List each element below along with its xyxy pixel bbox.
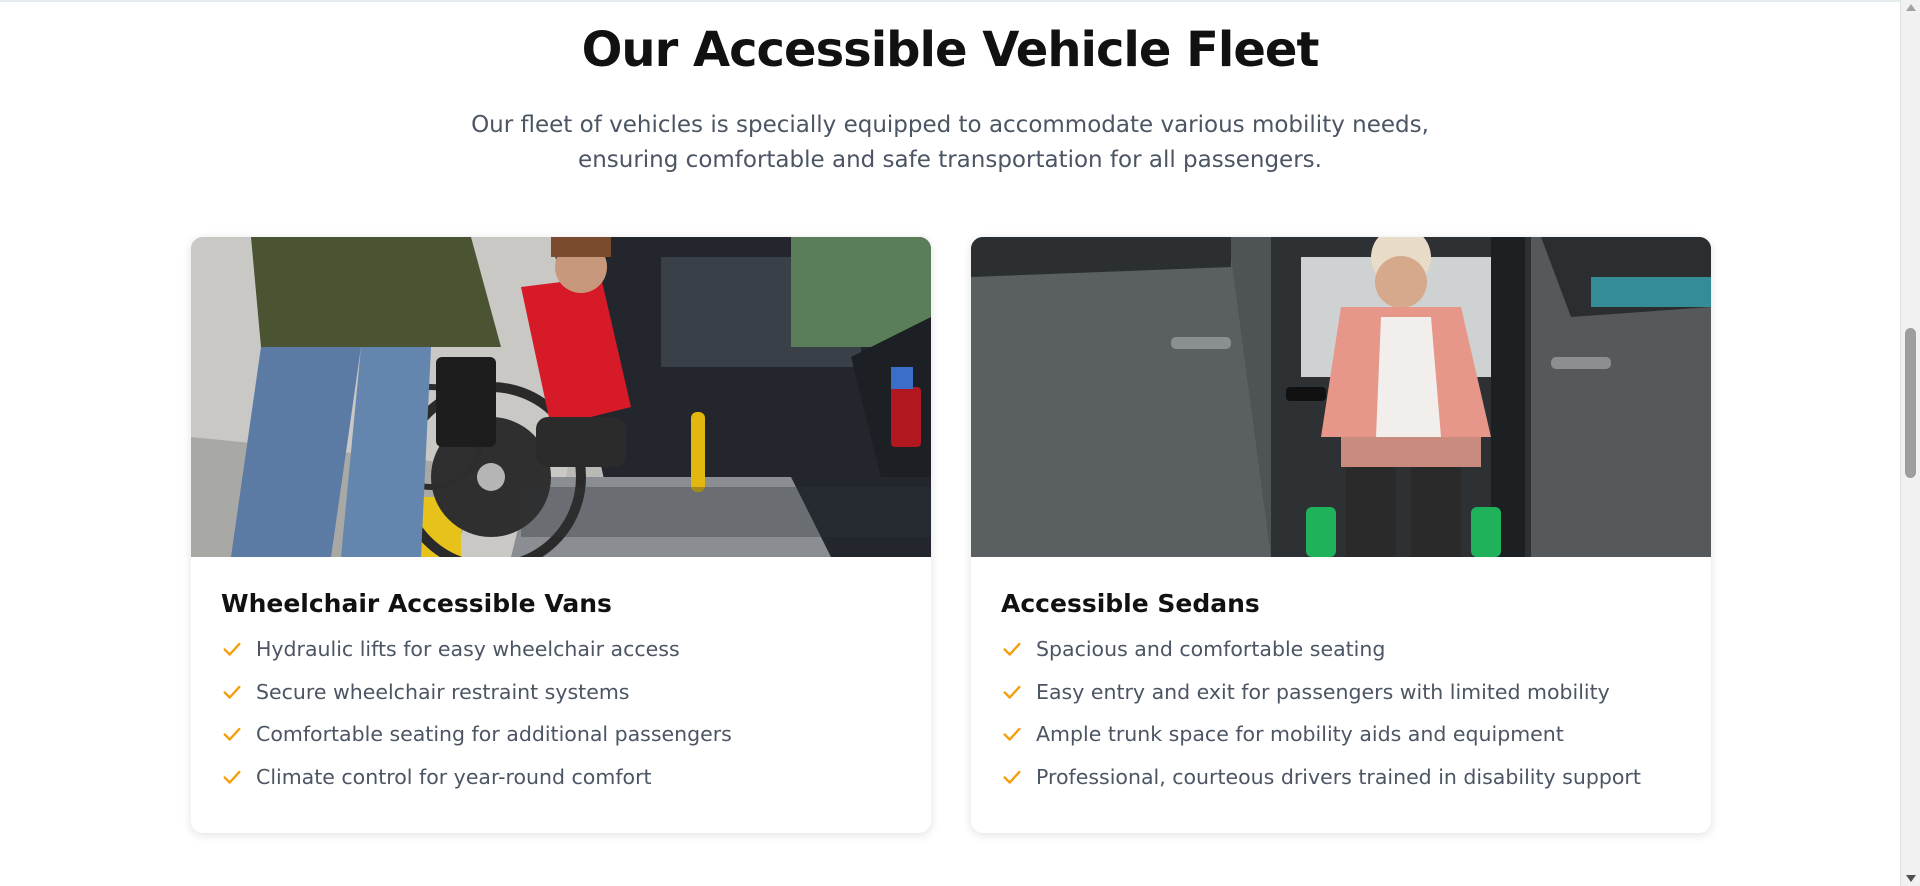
vehicle-card-sedans: Accessible Sedans Spacious and comfortab… [971, 237, 1711, 833]
check-icon [1003, 685, 1021, 699]
vehicle-card-vans: Wheelchair Accessible Vans Hydraulic lif… [191, 237, 931, 833]
feature-item: Easy entry and exit for passengers with … [1001, 671, 1681, 714]
page: Our Accessible Vehicle Fleet Our fleet o… [0, 0, 1900, 886]
card-title: Wheelchair Accessible Vans [221, 589, 612, 618]
feature-text: Ample trunk space for mobility aids and … [1036, 722, 1564, 747]
scroll-down-arrow-icon[interactable] [1906, 875, 1916, 882]
section-title: Our Accessible Vehicle Fleet [581, 22, 1320, 78]
check-icon [1003, 728, 1021, 741]
section-subtitle: Our fleet of vehicles is specially equip… [471, 112, 1429, 173]
feature-text: Easy entry and exit for passengers with … [1036, 679, 1610, 704]
feature-item: Climate control for year-round comfort [221, 756, 901, 799]
check-icon [223, 643, 241, 656]
check-icon [223, 685, 241, 699]
scrollbar-thumb[interactable] [1905, 328, 1916, 478]
van-photo-illustration [191, 237, 931, 557]
top-divider [0, 0, 1900, 2]
feature-item: Professional, courteous drivers trained … [1001, 756, 1681, 799]
feature-text: Secure wheelchair restraint systems [256, 679, 630, 704]
feature-item: Secure wheelchair restraint systems [221, 671, 901, 714]
sedan-photo-illustration [971, 237, 1711, 557]
feature-text: Spacious and comfortable seating [1036, 637, 1386, 662]
feature-item: Hydraulic lifts for easy wheelchair acce… [221, 628, 901, 671]
feature-list: Hydraulic lifts for easy wheelchair acce… [221, 628, 901, 798]
feature-text: Hydraulic lifts for easy wheelchair acce… [256, 637, 680, 662]
scroll-up-arrow-icon[interactable] [1906, 4, 1916, 11]
feature-item: Comfortable seating for additional passe… [221, 713, 901, 756]
van-photo [191, 237, 931, 557]
feature-list: Spacious and comfortable seating Easy en… [1001, 628, 1681, 798]
feature-text: Climate control for year-round comfort [256, 764, 652, 789]
feature-text: Professional, courteous drivers trained … [1036, 764, 1641, 789]
vertical-scrollbar[interactable] [1900, 0, 1920, 886]
feature-item: Ample trunk space for mobility aids and … [1001, 713, 1681, 756]
check-icon [223, 728, 241, 741]
feature-item: Spacious and comfortable seating [1001, 628, 1681, 671]
check-icon [1003, 643, 1021, 656]
card-title: Accessible Sedans [1001, 589, 1260, 618]
feature-text: Comfortable seating for additional passe… [256, 722, 732, 747]
sedan-photo [971, 237, 1711, 557]
check-icon [1003, 770, 1021, 784]
check-icon [223, 770, 241, 784]
